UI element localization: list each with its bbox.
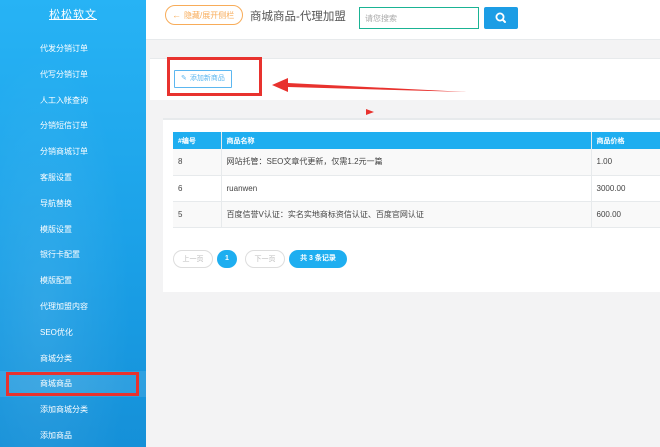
cell-id: 6 <box>178 183 183 193</box>
sidebar-item-bank-card[interactable]: 银行卡配置 <box>0 242 146 268</box>
product-table-panel: #编号 商品名称 商品价格 8 网站托管：SEO文章代更新，仅需1.2元一篇 1… <box>163 118 660 292</box>
sidebar-item-mall-category[interactable]: 商城分类 <box>0 346 146 372</box>
sidebar-item-add-product[interactable]: 添加商品 <box>0 423 146 447</box>
brand: 松松软文 <box>0 0 146 30</box>
cell-id: 5 <box>178 209 183 219</box>
col-name-header: 商品名称 <box>220 132 591 149</box>
sidebar-item-support-settings[interactable]: 客服设置 <box>0 165 146 191</box>
toggle-sidebar-label: 隐藏/展开侧栏 <box>184 11 235 20</box>
cell-id: 8 <box>178 157 183 167</box>
add-product-label: 添加新商品 <box>189 75 225 82</box>
sidebar-item-template-settings[interactable]: 模版设置 <box>0 217 146 243</box>
annotation-arrow <box>272 78 467 115</box>
table-row[interactable]: 8 网站托管：SEO文章代更新，仅需1.2元一篇 1.00 <box>173 149 660 175</box>
toggle-sidebar-button[interactable]: ← 隐藏/展开侧栏 <box>165 5 244 25</box>
sidebar-item-mall-products[interactable]: 商城商品 <box>0 371 146 398</box>
cell-price: 600.00 <box>590 201 660 227</box>
sidebar-item-add-category[interactable]: 添加商城分类 <box>0 397 146 423</box>
sidebar-item-seo[interactable]: SEO优化 <box>0 320 146 346</box>
search-icon <box>495 12 506 23</box>
sidebar-nav: 代发分销订单 代写分销订单 人工入帐查询 分销短信订单 分销商城订单 客服设置 … <box>0 36 146 447</box>
table-header-row: #编号 商品名称 商品价格 <box>173 132 660 149</box>
next-page-button[interactable]: 下一页 <box>245 250 285 268</box>
add-product-button[interactable]: ✎ 添加新商品 <box>174 70 232 88</box>
search-input[interactable] <box>359 7 479 29</box>
cell-name: 网站托管：SEO文章代更新，仅需1.2元一篇 <box>220 149 591 175</box>
sidebar-item-daixie-orders[interactable]: 代写分销订单 <box>0 62 146 88</box>
cell-name: ruanwen <box>220 175 591 201</box>
sidebar-item-sms-orders[interactable]: 分销短信订单 <box>0 113 146 139</box>
highlight-box <box>6 372 139 397</box>
cell-price: 1.00 <box>590 149 660 175</box>
cell-price: 3000.00 <box>590 175 660 201</box>
cell-name: 百度信誉V认证：实名实地商标资信认证、百度官网认证 <box>220 201 591 227</box>
total-records-badge: 共 3 条记录 <box>289 250 347 268</box>
col-id-header: #编号 <box>178 137 196 145</box>
sidebar-item-label: 商城商品 <box>40 379 72 389</box>
prev-page-button[interactable]: 上一页 <box>173 250 213 268</box>
sidebar-item-template-config[interactable]: 模版配置 <box>0 268 146 294</box>
table-row[interactable]: 6 ruanwen 3000.00 <box>173 175 660 201</box>
search-button[interactable] <box>484 7 518 29</box>
sidebar-item-manual-entry[interactable]: 人工入帐查询 <box>0 88 146 114</box>
sidebar-item-daifa-orders[interactable]: 代发分销订单 <box>0 36 146 62</box>
edit-icon: ✎ <box>181 75 187 82</box>
brand-title[interactable]: 松松软文 <box>49 9 97 21</box>
sidebar-item-agent-content[interactable]: 代理加盟内容 <box>0 294 146 320</box>
page-1-button[interactable]: 1 <box>217 250 237 268</box>
top-header: ← 隐藏/展开侧栏 商城商品-代理加盟 <box>146 0 660 40</box>
sidebar-item-nav-replace[interactable]: 导航替换 <box>0 191 146 217</box>
sidebar: 松松软文 代发分销订单 代写分销订单 人工入帐查询 分销短信订单 分销商城订单 … <box>0 0 146 447</box>
table-row[interactable]: 5 百度信誉V认证：实名实地商标资信认证、百度官网认证 600.00 <box>173 201 660 227</box>
col-price-header: 商品价格 <box>590 132 660 149</box>
product-table: #编号 商品名称 商品价格 8 网站托管：SEO文章代更新，仅需1.2元一篇 1… <box>173 132 660 228</box>
page-title: 商城商品-代理加盟 <box>250 11 346 23</box>
sidebar-item-mall-orders[interactable]: 分销商城订单 <box>0 139 146 165</box>
arrow-left-icon: ← <box>172 10 181 20</box>
